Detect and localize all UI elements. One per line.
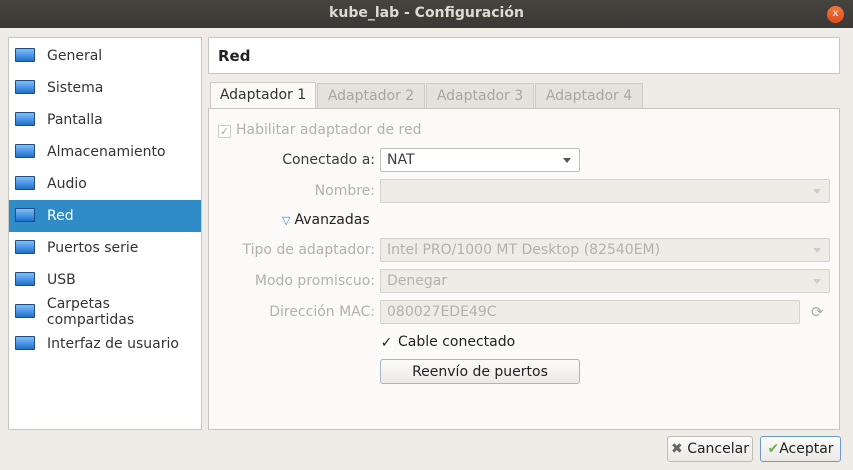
name-label: Nombre: bbox=[314, 183, 375, 199]
display-icon bbox=[14, 110, 36, 130]
promisc-value: Denegar bbox=[387, 273, 448, 289]
page-title: Red bbox=[208, 37, 840, 74]
mac-input[interactable]: 080027EDE49C bbox=[380, 300, 800, 324]
sidebar-item-label: Carpetas compartidas bbox=[46, 296, 135, 328]
folder-icon bbox=[14, 302, 36, 322]
sidebar-item-label: Sistema bbox=[47, 80, 104, 96]
disk-icon bbox=[14, 142, 36, 162]
tab-adaptador-1[interactable]: Adaptador 1 bbox=[210, 82, 316, 109]
sidebar-item-general[interactable]: General bbox=[9, 40, 201, 72]
serial-port-icon bbox=[14, 238, 36, 258]
close-icon[interactable]: x bbox=[827, 6, 844, 23]
sidebar-item-label: Puertos serie bbox=[47, 240, 139, 256]
connected-to-select[interactable]: NAT bbox=[380, 148, 580, 172]
tab-adaptador-3[interactable]: Adaptador 3 bbox=[426, 83, 534, 109]
chevron-down-icon bbox=[813, 248, 821, 253]
cancel-label: Cancelar bbox=[687, 441, 749, 457]
enable-adapter-label: Habilitar adaptador de red bbox=[236, 122, 422, 138]
sidebar-item-puertos-serie[interactable]: Puertos serie bbox=[9, 232, 201, 264]
mac-value: 080027EDE49C bbox=[387, 304, 497, 320]
sidebar-item-carpetas-compartidas[interactable]: Carpetas compartidas bbox=[9, 296, 201, 328]
sidebar-item-label: USB bbox=[47, 272, 76, 288]
advanced-label: Avanzadas bbox=[294, 212, 370, 228]
adapter-type-value: Intel PRO/1000 MT Desktop (82540EM) bbox=[387, 242, 661, 258]
cable-connected-label: Cable conectado bbox=[398, 334, 516, 350]
connected-value: NAT bbox=[387, 152, 415, 168]
sidebar-item-usb[interactable]: USB bbox=[9, 264, 201, 296]
close-icon: ✖ bbox=[671, 441, 683, 457]
chevron-down-icon bbox=[813, 189, 821, 194]
ok-label: Aceptar bbox=[779, 441, 834, 457]
promisc-select[interactable]: Denegar bbox=[380, 269, 830, 293]
sidebar-item-label: Almacenamiento bbox=[47, 144, 166, 160]
cancel-button[interactable]: ✖ Cancelar bbox=[667, 436, 753, 462]
sidebar-item-label: Audio bbox=[47, 176, 87, 192]
sidebar-item-label: Red bbox=[47, 208, 74, 224]
sidebar-item-pantalla[interactable]: Pantalla bbox=[9, 104, 201, 136]
sidebar: General Sistema Pantalla Almacenamiento … bbox=[8, 37, 202, 430]
chevron-down-icon bbox=[563, 158, 571, 163]
sidebar-item-sistema[interactable]: Sistema bbox=[9, 72, 201, 104]
checkbox-icon: ✓ bbox=[218, 125, 231, 138]
adapter-type-select[interactable]: Intel PRO/1000 MT Desktop (82540EM) bbox=[380, 238, 830, 262]
sidebar-item-interfaz-de-usuario[interactable]: Interfaz de usuario bbox=[9, 328, 201, 360]
window-icon bbox=[14, 334, 36, 354]
chip-icon bbox=[14, 78, 36, 98]
usb-icon bbox=[14, 270, 36, 290]
sidebar-item-audio[interactable]: Audio bbox=[9, 168, 201, 200]
sidebar-item-label: Pantalla bbox=[47, 112, 103, 128]
tab-adaptador-4[interactable]: Adaptador 4 bbox=[535, 83, 643, 109]
advanced-toggle[interactable]: ▽ Avanzadas bbox=[282, 212, 370, 228]
ok-button[interactable]: ✔Aceptar bbox=[760, 436, 841, 462]
monitor-icon bbox=[14, 46, 36, 66]
refresh-mac-icon[interactable]: ⟳ bbox=[811, 303, 824, 321]
chevron-down-icon bbox=[813, 279, 821, 284]
checkbox-icon: ✓ bbox=[380, 335, 393, 351]
enable-adapter-checkbox[interactable]: ✓ Habilitar adaptador de red bbox=[218, 122, 422, 138]
title-bar: kube_lab - Configuración bbox=[0, 0, 853, 28]
cable-connected-checkbox[interactable]: ✓ Cable conectado bbox=[380, 334, 515, 351]
tab-adaptador-2[interactable]: Adaptador 2 bbox=[317, 83, 425, 109]
name-select[interactable] bbox=[380, 179, 830, 203]
window-title: kube_lab - Configuración bbox=[329, 5, 524, 21]
adapter-type-label: Tipo de adaptador: bbox=[242, 242, 375, 258]
speaker-icon bbox=[14, 174, 36, 194]
sidebar-item-label: Interfaz de usuario bbox=[47, 336, 179, 352]
sidebar-item-almacenamiento[interactable]: Almacenamiento bbox=[9, 136, 201, 168]
sidebar-item-label: General bbox=[47, 48, 103, 64]
sidebar-item-red[interactable]: Red bbox=[9, 200, 201, 232]
promisc-label: Modo promiscuo: bbox=[254, 273, 375, 289]
connected-label: Conectado a: bbox=[282, 152, 375, 168]
mac-label: Dirección MAC: bbox=[269, 304, 375, 320]
network-icon bbox=[14, 206, 36, 226]
checkmark-icon: ✔ bbox=[767, 441, 780, 457]
port-forwarding-button[interactable]: Reenvío de puertos bbox=[380, 359, 580, 384]
triangle-down-icon: ▽ bbox=[282, 214, 291, 227]
